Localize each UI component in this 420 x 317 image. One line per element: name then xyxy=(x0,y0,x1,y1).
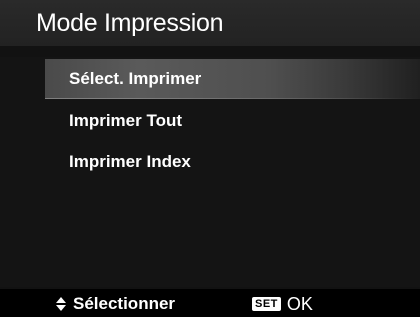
navigate-hint: Sélectionner xyxy=(56,293,175,315)
menu-item-print-index[interactable]: Imprimer Index xyxy=(45,142,420,182)
button-hint-bar: Sélectionner SET OK xyxy=(0,289,420,317)
camera-print-menu-screen: Mode Impression Sélect. Imprimer Imprime… xyxy=(0,0,420,317)
navigate-hint-label: Sélectionner xyxy=(73,294,176,313)
menu-item-label: Imprimer Tout xyxy=(69,111,183,130)
page-title: Mode Impression xyxy=(36,9,224,37)
up-down-arrows-icon xyxy=(56,296,66,312)
set-button-icon: SET xyxy=(252,297,281,311)
menu-header: Mode Impression xyxy=(0,0,420,46)
print-mode-menu: Sélect. Imprimer Imprimer Tout Imprimer … xyxy=(0,57,420,287)
menu-item-label: Imprimer Index xyxy=(69,152,191,171)
confirm-hint-label: OK xyxy=(286,294,313,314)
menu-item-label: Sélect. Imprimer xyxy=(69,69,202,88)
menu-item-print-all[interactable]: Imprimer Tout xyxy=(45,101,420,141)
menu-item-select-print[interactable]: Sélect. Imprimer xyxy=(45,59,420,99)
confirm-hint: SET OK xyxy=(252,293,313,315)
